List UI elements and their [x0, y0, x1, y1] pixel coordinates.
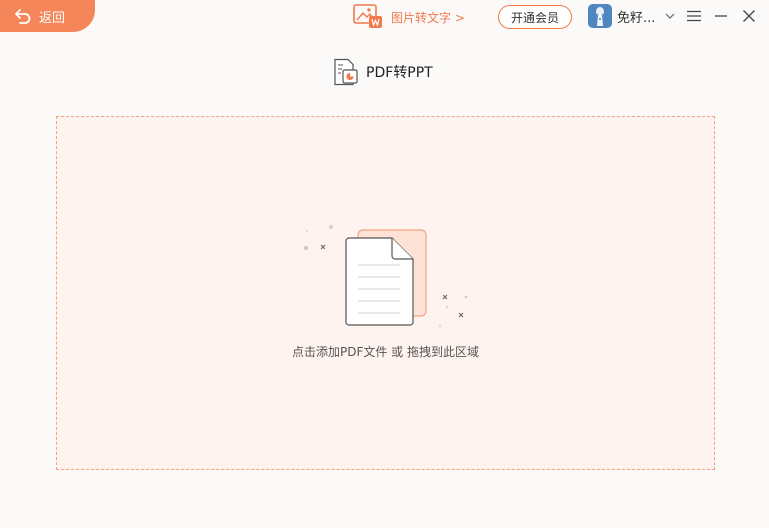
user-name: 免籽...: [617, 10, 656, 26]
document-upload-icon: [304, 224, 468, 328]
avatar: [588, 4, 612, 28]
page-title: PDF转PPT: [366, 65, 433, 81]
image-to-text-link[interactable]: 图片转文字 >: [352, 3, 465, 31]
image-to-text-label: 图片转文字 >: [391, 10, 465, 25]
image-to-text-icon: [352, 3, 386, 31]
vip-button[interactable]: 开通会员: [498, 5, 572, 29]
back-label: 返回: [39, 10, 66, 26]
hamburger-menu-icon: [687, 10, 701, 22]
user-menu[interactable]: 免籽...: [588, 3, 675, 29]
minimize-button[interactable]: [713, 8, 729, 24]
page-title-wrap: PDF转PPT: [333, 58, 433, 86]
file-drop-zone[interactable]: 点击添加PDF文件 或 拖拽到此区域: [56, 116, 715, 470]
close-button[interactable]: [741, 8, 757, 24]
drop-hint: 点击添加PDF文件 或 拖拽到此区域: [291, 345, 479, 359]
chevron-down-icon[interactable]: [665, 12, 675, 20]
back-button[interactable]: 返回: [0, 0, 95, 32]
pdf-to-ppt-icon: [333, 58, 359, 86]
minimize-icon: [714, 10, 728, 22]
back-arrow-icon: [14, 7, 32, 25]
close-icon: [742, 9, 756, 23]
menu-button[interactable]: [686, 8, 702, 24]
